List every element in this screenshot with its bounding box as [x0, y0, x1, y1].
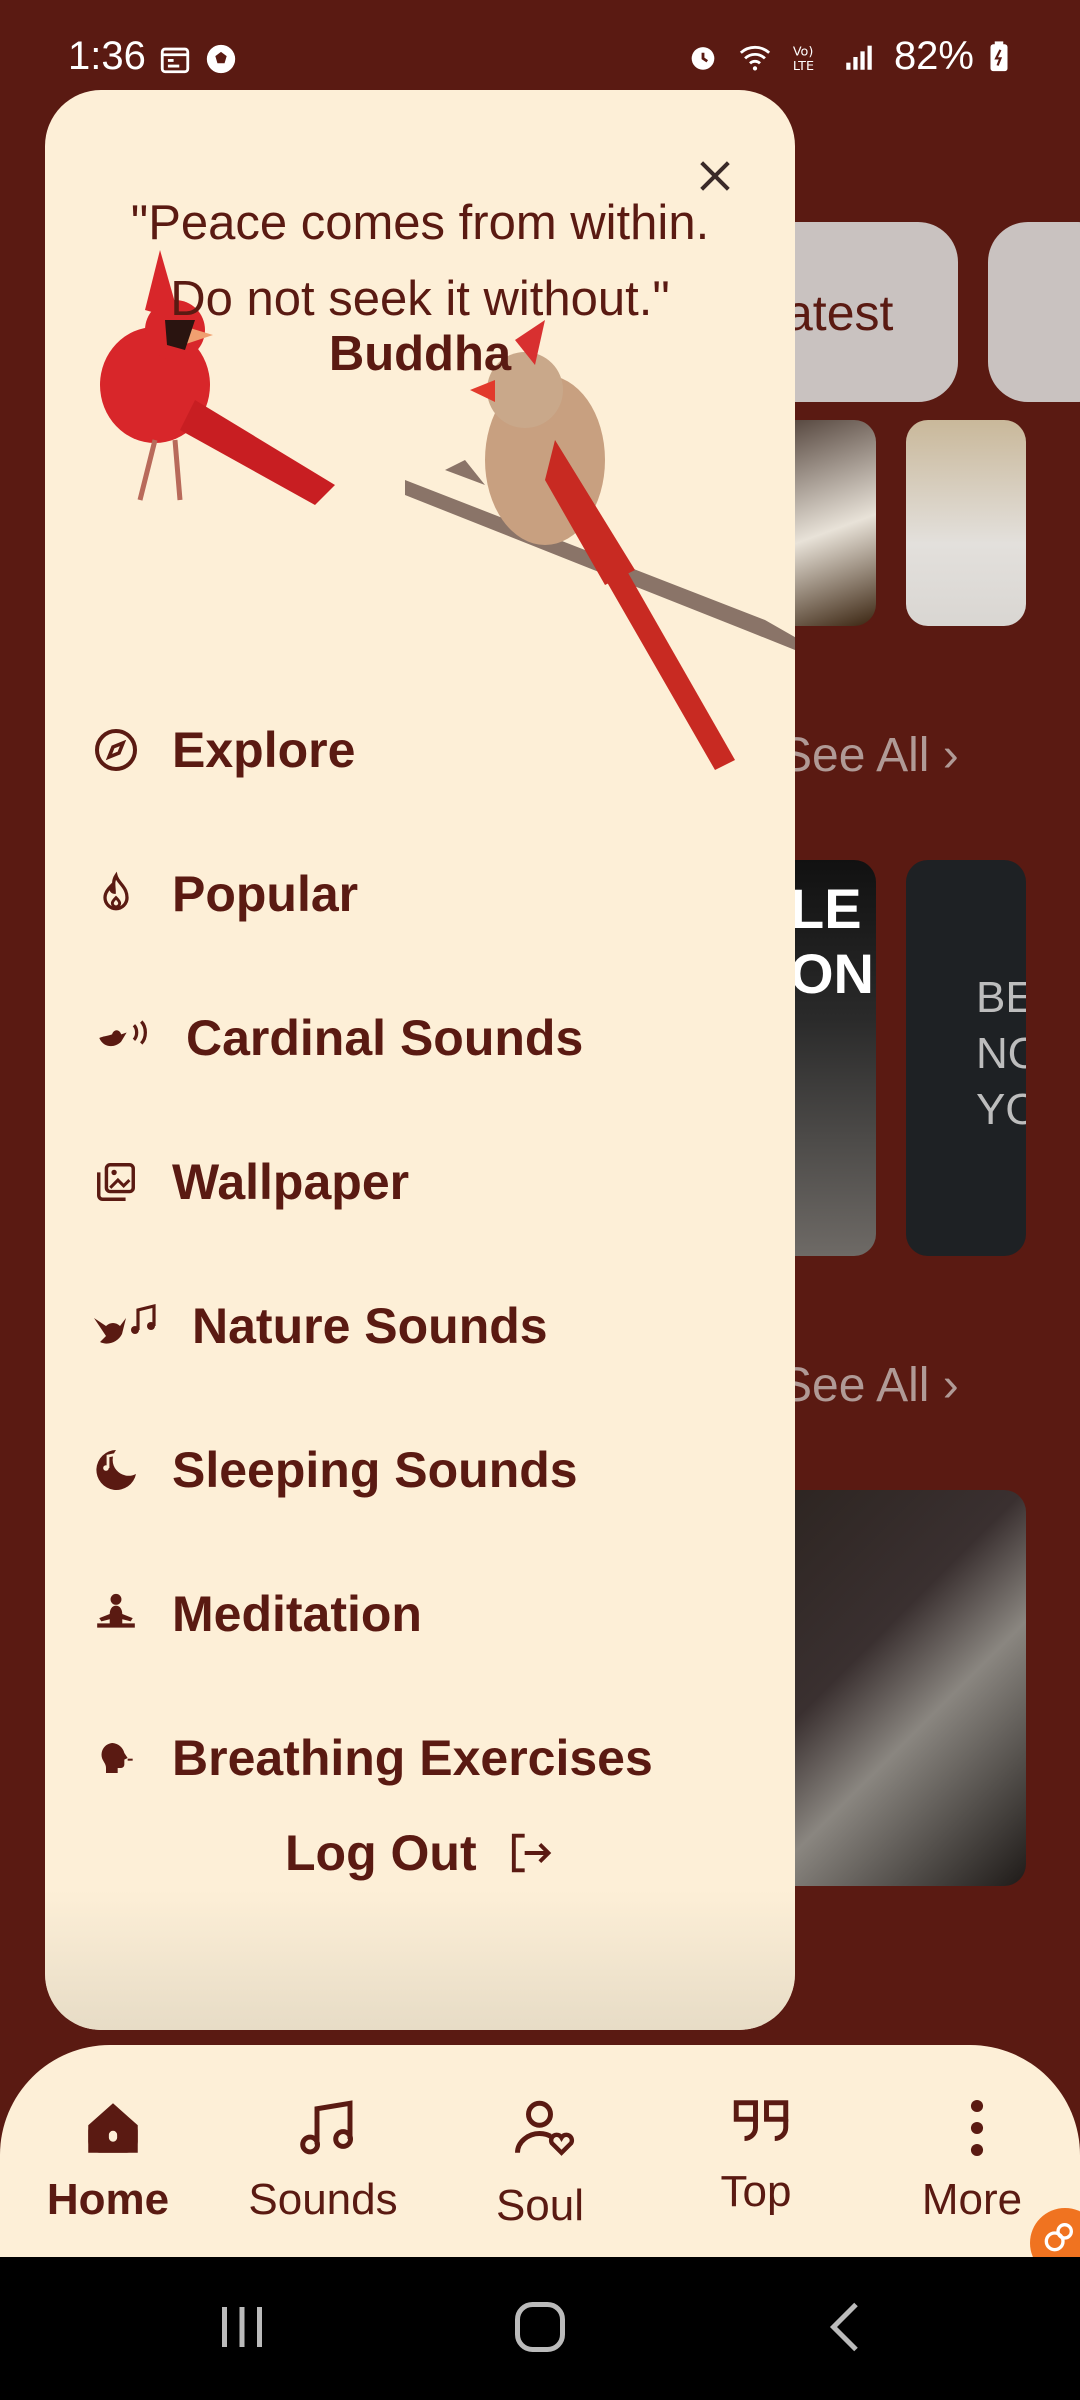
svg-text:LTE: LTE	[793, 58, 814, 73]
menu-item-label: Breathing Exercises	[172, 1730, 653, 1786]
wifi-icon	[739, 45, 771, 70]
quote-author: Buddha	[328, 327, 512, 381]
menu-item-nature-sounds[interactable]: Nature Sounds	[90, 1276, 548, 1376]
menu-item-label: Wallpaper	[172, 1154, 410, 1210]
system-navigation-bar	[0, 2257, 1080, 2400]
see-all-link[interactable]: See All ›	[780, 1358, 959, 1413]
nav-label: Home	[46, 2175, 170, 2224]
nav-sounds[interactable]: Sounds	[223, 2045, 423, 2257]
nav-label: Sounds	[248, 2175, 398, 2224]
content-tile[interactable]	[906, 420, 1026, 626]
logout-button[interactable]: Log Out	[285, 1803, 555, 1903]
more-vert-icon	[970, 2099, 984, 2157]
flame-icon	[103, 871, 129, 911]
menu-item-breathing-exercises[interactable]: Breathing Exercises	[90, 1708, 653, 1808]
bottom-navigation: Home Sounds Soul Top More	[0, 2045, 1080, 2257]
menu-item-meditation[interactable]: Meditation	[90, 1564, 422, 1664]
see-all-link[interactable]: See All ›	[780, 728, 959, 783]
status-time: 1:36	[68, 34, 146, 78]
navigation-drawer: "Peace comes from within. Do not seek it…	[45, 90, 795, 2030]
quote-icon	[733, 2100, 789, 2141]
meditation-icon	[97, 1593, 135, 1628]
person-heart-icon	[515, 2100, 574, 2156]
alarm-icon	[691, 46, 715, 70]
chip-label: atest	[785, 285, 894, 341]
svg-text:Vo): Vo)	[793, 44, 814, 59]
nav-soul[interactable]: Soul	[440, 2045, 640, 2257]
home-button-icon[interactable]	[510, 2297, 570, 2357]
breathing-head-icon	[101, 1743, 133, 1773]
menu-item-label: Explore	[172, 722, 356, 778]
compass-icon	[95, 729, 137, 771]
battery-icon	[990, 40, 1008, 71]
volte-icon: Vo)LTE	[793, 44, 814, 73]
menu-item-label: Sleeping Sounds	[172, 1442, 578, 1498]
female-cardinal-illustration	[405, 320, 795, 770]
recent-apps-icon[interactable]	[212, 2297, 272, 2357]
bird-music-icon	[94, 1303, 156, 1344]
signal-icon	[846, 45, 872, 70]
gallery-icon	[97, 1163, 135, 1201]
menu-item-label: Meditation	[172, 1586, 422, 1642]
logout-label: Log Out	[285, 1825, 477, 1881]
category-chip-next[interactable]	[988, 222, 1080, 402]
menu-item-cardinal-sounds[interactable]: Cardinal Sounds	[90, 988, 583, 1088]
battery-percent: 82%	[893, 34, 974, 78]
nav-label: Soul	[495, 2181, 585, 2230]
nav-home[interactable]: Home	[8, 2045, 208, 2257]
calendar-icon	[160, 47, 190, 74]
nav-label: Top	[720, 2167, 792, 2216]
content-tile[interactable]: BE NOBO YOU	[906, 860, 1026, 1256]
menu-item-explore[interactable]: Explore	[90, 700, 355, 800]
logout-icon	[511, 1833, 551, 1873]
menu-item-label: Popular	[172, 866, 359, 922]
menu-item-label: Cardinal Sounds	[186, 1010, 584, 1066]
soccer-ball-icon	[206, 44, 236, 74]
bird-sound-icon	[99, 1020, 147, 1047]
menu-item-label: Nature Sounds	[192, 1298, 548, 1354]
menu-item-popular[interactable]: Popular	[90, 844, 358, 944]
quote-text: "Peace comes from within. Do not seek it…	[130, 196, 710, 326]
music-note-icon	[300, 2100, 354, 2155]
menu-item-sleeping-sounds[interactable]: Sleeping Sounds	[90, 1420, 578, 1520]
content-tile[interactable]	[760, 1490, 1026, 1886]
home-icon	[88, 2103, 138, 2153]
menu-item-wallpaper[interactable]: Wallpaper	[90, 1132, 409, 1232]
moon-music-icon	[96, 1450, 136, 1490]
back-icon[interactable]	[816, 2297, 876, 2357]
nav-top[interactable]: Top	[656, 2045, 856, 2257]
link-icon	[1044, 2223, 1073, 2252]
